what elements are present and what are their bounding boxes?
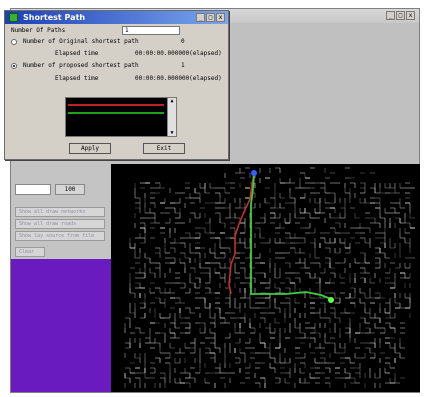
shortest-path-dialog: Shortest Path _ □ x Number Of Paths 1 Nu… [4,10,229,160]
original-elapsed-label: Elapsed time [55,50,99,57]
app-icon [9,13,18,22]
original-elapsed-value: 00:00:00.000000(elapsed) [135,50,222,57]
exit-button[interactable]: Exit [143,143,185,154]
proposed-elapsed-label: Elapsed time [55,75,99,82]
proposed-elapsed-value: 00:00:00.000000(elapsed) [135,75,222,82]
value-field-b[interactable]: 100 [55,184,85,195]
main-window-controls: _ □ x [386,11,415,20]
purple-panel [11,259,111,392]
close-button[interactable]: x [406,11,415,20]
original-path-radio[interactable] [11,39,17,45]
end-node-marker[interactable] [328,297,334,303]
proposed-path-count: 1 [181,62,185,69]
dialog-maximize-button[interactable]: □ [206,13,215,22]
scroll-down-icon[interactable]: ▼ [169,130,175,136]
dialog-titlebar[interactable]: Shortest Path _ □ x [5,11,228,24]
maximize-button[interactable]: □ [396,11,405,20]
original-path-count: 0 [181,38,185,45]
proposed-path-radio[interactable] [11,63,17,69]
dialog-window-controls: _ □ x [196,13,225,22]
minimize-button[interactable]: _ [386,11,395,20]
original-path-label: Number of Original shortest path [23,38,139,45]
map-svg [124,167,415,388]
clear-button[interactable]: Clear [15,247,45,257]
show-draw-networks-button[interactable]: Show all draw networks [15,207,105,217]
show-source-file-button[interactable]: Show lay source from file [15,231,105,241]
road-network [124,167,415,388]
original-path-swatch[interactable] [68,104,164,106]
number-of-paths-label: Number Of Paths [11,27,66,34]
proposed-path-label: Number of proposed shortest path [23,62,139,69]
scroll-up-icon[interactable]: ▲ [169,98,175,104]
number-of-paths-input[interactable]: 1 [122,26,180,35]
list-scrollbar[interactable]: ▲ ▼ [167,98,176,136]
show-draw-roads-button[interactable]: Show all draw roads [15,219,105,229]
path-color-list[interactable]: ▲ ▼ [65,97,177,137]
start-node-marker[interactable] [251,170,257,176]
road-network-map[interactable] [111,164,420,392]
dialog-close-button[interactable]: x [216,13,225,22]
value-field-a[interactable] [15,184,51,195]
proposed-path-swatch[interactable] [68,112,164,114]
apply-button[interactable]: Apply [69,143,111,154]
dialog-title: Shortest Path [23,13,86,22]
dialog-minimize-button[interactable]: _ [196,13,205,22]
